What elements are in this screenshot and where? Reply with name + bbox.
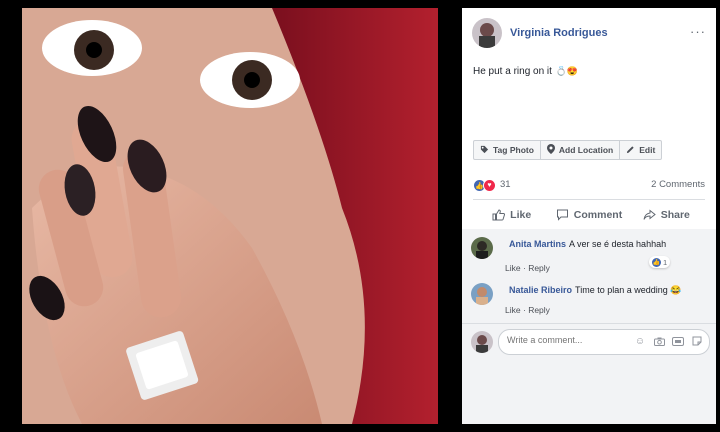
current-user-avatar bbox=[471, 331, 493, 353]
caption-text: He put a ring on it bbox=[473, 66, 552, 77]
comment-text: Time to plan a wedding 😂 bbox=[575, 285, 682, 295]
add-location-button[interactable]: Add Location bbox=[541, 141, 621, 159]
caption-emoji: 💍😍 bbox=[555, 66, 579, 76]
photo-toolbar: Tag Photo Add Location Edit bbox=[473, 140, 663, 160]
sticker-icon[interactable] bbox=[691, 335, 703, 347]
post-side-panel: Virginia Rodrigues ··· He put a ring on … bbox=[462, 8, 716, 424]
composer-icons: ☺ bbox=[627, 335, 703, 347]
share-button[interactable]: Share bbox=[628, 205, 705, 225]
commenter-avatar-image bbox=[471, 283, 493, 305]
author-avatar-image bbox=[472, 18, 502, 48]
comment-text: A ver se é desta hahhah bbox=[569, 239, 667, 249]
comment-input[interactable] bbox=[507, 335, 627, 345]
emoji-icon[interactable]: ☺ bbox=[634, 335, 646, 347]
current-user-avatar-image bbox=[471, 331, 493, 353]
write-comment-row: ☺ bbox=[462, 327, 716, 357]
comment-reaction-count: 1 bbox=[663, 257, 668, 267]
comment-actions: Like · Reply bbox=[505, 263, 550, 273]
separator: · bbox=[522, 263, 526, 273]
commenter-avatar-image bbox=[471, 237, 493, 259]
reaction-count[interactable]: 31 bbox=[500, 179, 511, 190]
post-header: Virginia Rodrigues ··· bbox=[472, 18, 706, 52]
comments-count-link[interactable]: 2 Comments bbox=[651, 179, 705, 190]
edit-label: Edit bbox=[639, 145, 656, 155]
photo-image bbox=[22, 8, 438, 424]
divider bbox=[462, 323, 716, 324]
camera-icon[interactable] bbox=[653, 335, 665, 347]
love-reaction-icon: ♥ bbox=[483, 179, 496, 192]
comment-reaction-badge[interactable]: 👍 1 bbox=[649, 256, 671, 268]
photo-viewer bbox=[0, 0, 462, 432]
post-photo[interactable] bbox=[22, 8, 438, 424]
commenter-name-link[interactable]: Natalie Ribeiro bbox=[509, 285, 572, 295]
comment-like-link[interactable]: Like bbox=[505, 305, 521, 315]
commenter-avatar[interactable] bbox=[471, 237, 493, 259]
comment-actions: Like · Reply bbox=[505, 305, 550, 315]
comment-like-link[interactable]: Like bbox=[505, 263, 521, 273]
edit-button[interactable]: Edit bbox=[620, 141, 661, 159]
share-arrow-icon bbox=[643, 209, 656, 220]
commenter-avatar[interactable] bbox=[471, 283, 493, 305]
pencil-icon bbox=[626, 145, 635, 156]
comment-bubble: Anita Martins A ver se é desta hahhah bbox=[501, 235, 675, 253]
reaction-icons[interactable]: 👍 ♥ bbox=[473, 179, 496, 192]
gif-icon[interactable] bbox=[672, 335, 684, 347]
more-options-icon[interactable]: ··· bbox=[690, 24, 706, 39]
comment-composer[interactable]: ☺ bbox=[498, 329, 710, 355]
separator: · bbox=[522, 305, 526, 315]
comment-reply-link[interactable]: Reply bbox=[528, 263, 550, 273]
reaction-stats: 👍 ♥ 31 2 Comments bbox=[473, 178, 705, 192]
divider bbox=[473, 199, 705, 200]
comment-label: Comment bbox=[573, 209, 623, 221]
commenter-name-link[interactable]: Anita Martins bbox=[509, 239, 566, 249]
like-label: Like bbox=[510, 209, 532, 221]
comment-item: Natalie Ribeiro Time to plan a wedding 😂 … bbox=[471, 281, 707, 321]
comment-reply-link[interactable]: Reply bbox=[528, 305, 550, 315]
tag-icon bbox=[480, 145, 489, 156]
thumbs-up-icon bbox=[492, 209, 506, 221]
speech-bubble-icon bbox=[556, 209, 568, 221]
add-location-label: Add Location bbox=[558, 145, 614, 155]
comment-item: Anita Martins A ver se é desta hahhah 👍 1… bbox=[471, 235, 707, 275]
author-name-link[interactable]: Virginia Rodrigues bbox=[510, 27, 608, 39]
share-label: Share bbox=[660, 209, 690, 221]
comments-section: Anita Martins A ver se é desta hahhah 👍 1… bbox=[462, 229, 716, 424]
tag-photo-button[interactable]: Tag Photo bbox=[474, 141, 541, 159]
like-reaction-icon: 👍 bbox=[652, 257, 661, 267]
like-button[interactable]: Like bbox=[473, 205, 550, 225]
post-caption: He put a ring on it 💍😍 bbox=[473, 66, 578, 77]
comment-button[interactable]: Comment bbox=[550, 205, 627, 225]
tag-photo-label: Tag Photo bbox=[493, 145, 534, 155]
comment-bubble: Natalie Ribeiro Time to plan a wedding 😂 bbox=[501, 281, 690, 300]
location-pin-icon bbox=[546, 144, 555, 156]
post-actions: Like Comment Share bbox=[473, 205, 705, 225]
author-avatar[interactable] bbox=[472, 18, 502, 48]
